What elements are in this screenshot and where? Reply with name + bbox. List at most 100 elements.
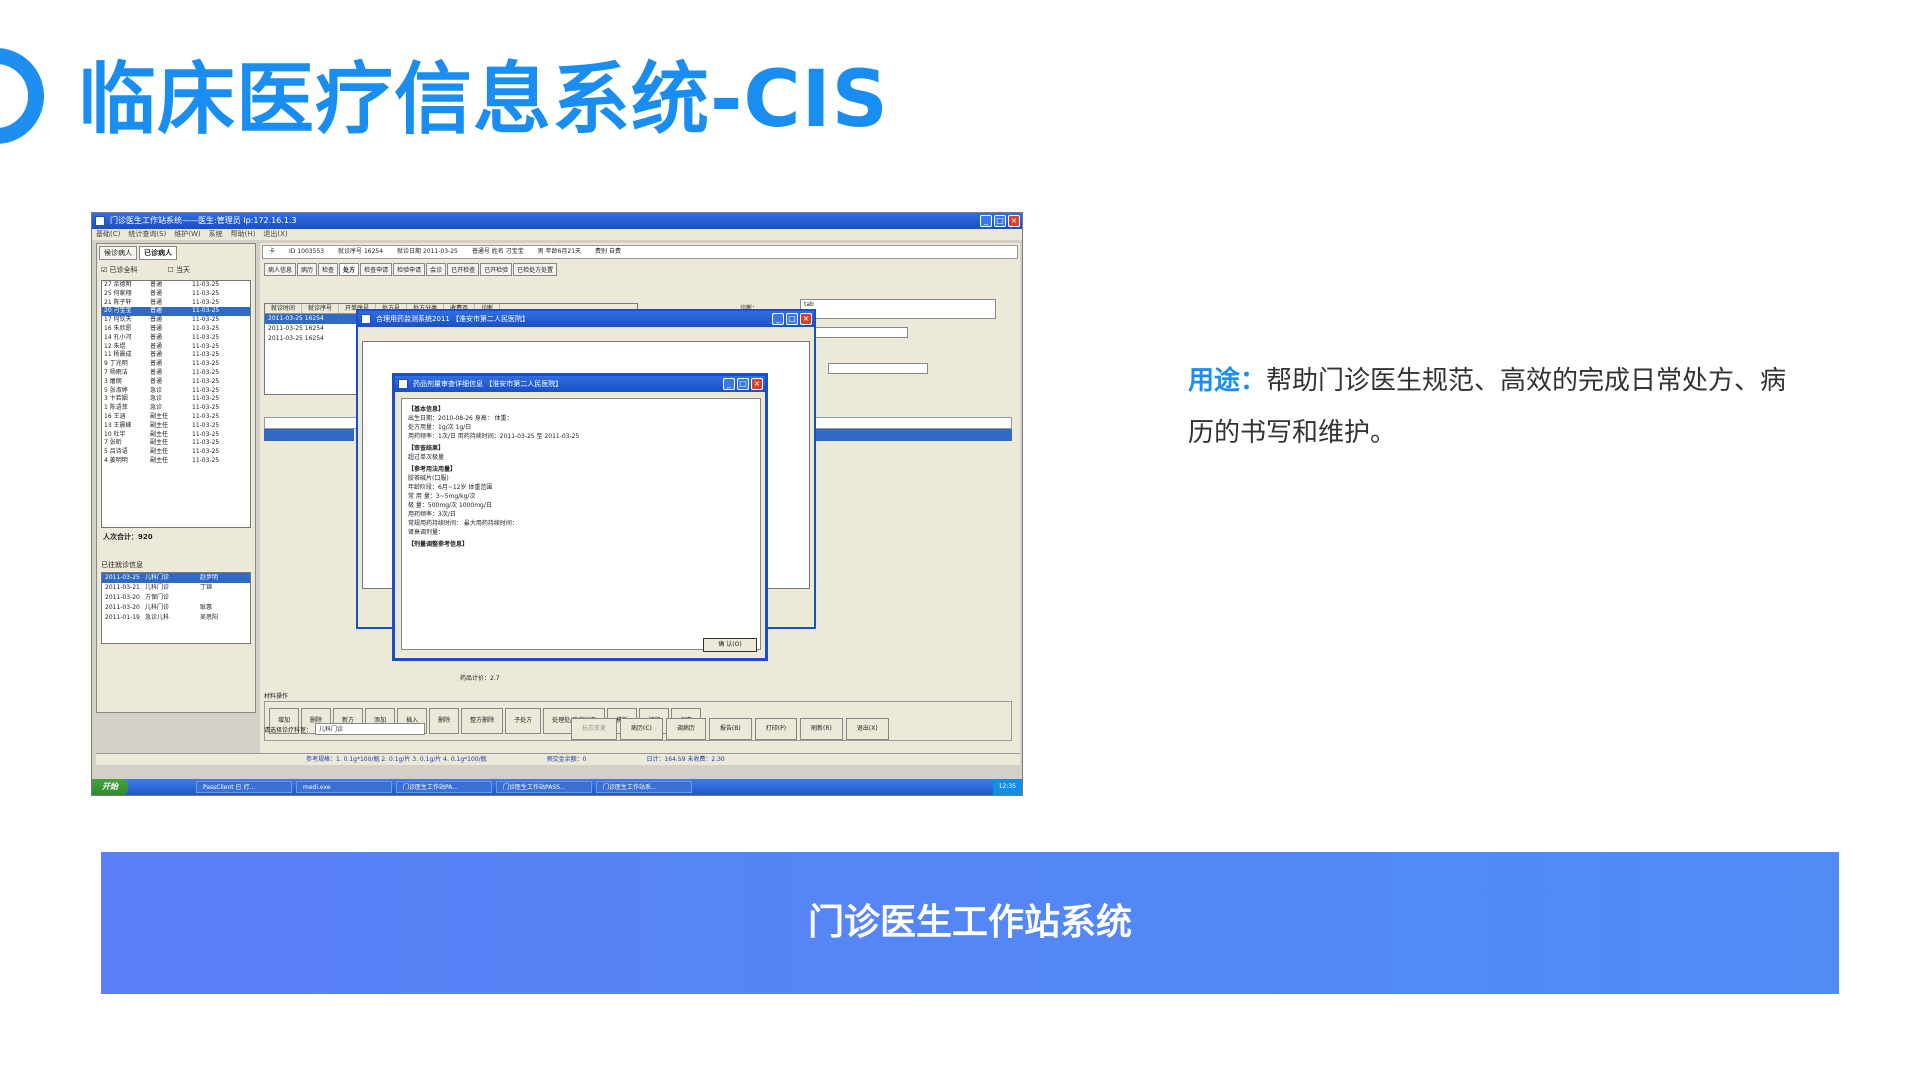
record-tab[interactable]: 检查 (318, 263, 339, 276)
toolbar-button[interactable]: 打印(P) (754, 718, 798, 740)
history-label: 已往就诊信息 (101, 561, 143, 569)
diagnosis-field[interactable]: tab (800, 299, 996, 319)
list-cell: 急诊儿科 (145, 614, 170, 621)
banner-text: 门诊医生工作站系统 (807, 902, 1132, 943)
close-icon[interactable]: × (800, 313, 812, 325)
usage-text: 帮助门诊医生规范、高效的完成日常处方、病历的书写和维护。 (1188, 366, 1787, 448)
confirm-button[interactable]: 确 认(O) (703, 638, 757, 652)
list-item[interactable]: 2011-03-21 儿科门诊 丁锦 (102, 583, 250, 593)
table-header: 就诊时间 (265, 304, 303, 313)
toolbar-button[interactable]: 刷新(R) (800, 718, 843, 740)
menu-item[interactable]: 退出(X) (263, 229, 287, 240)
status-text: 预交金余额：0 (546, 756, 587, 763)
tab-waiting-patients[interactable]: 候诊病人 (99, 246, 137, 260)
list-item[interactable]: 17 何钦天 普通 11-03-25 (102, 316, 250, 325)
detail-selected-row[interactable] (264, 429, 354, 441)
list-item[interactable]: 2011-01-19 急诊儿科 吴思阳 (102, 613, 250, 623)
tab-seen-patients[interactable]: 已诊病人 (139, 246, 177, 260)
list-cell: 11-03-25 (192, 439, 220, 447)
list-item[interactable]: 1 陈语菲 急诊 11-03-25 (102, 404, 250, 413)
record-tab[interactable]: 处方 (339, 263, 360, 276)
list-cell: 普通 (150, 368, 163, 376)
dose-review-dialog: 药品剂量审查详细信息 【淮安市第二人民医院】 _ □ × 【基本信息】 出生日期：20… (392, 373, 768, 661)
start-button[interactable]: 开始 (92, 779, 128, 795)
section-heading: 【审查结果】 (408, 445, 445, 452)
list-cell: 11-03-25 (192, 430, 220, 438)
toolbar-button[interactable]: 退出(X) (845, 718, 889, 740)
list-cell: 16 朱欣愿 (104, 324, 132, 332)
list-item[interactable]: 11 杨晨成 普通 11-03-25 (102, 351, 250, 360)
list-item[interactable]: 3 卞若姻 急诊 11-03-25 (102, 395, 250, 404)
list-cell: 13 王晨峰 (104, 421, 132, 429)
record-tab[interactable]: 检验申请 (393, 263, 426, 276)
menu-item[interactable]: 统计查询(S) (128, 229, 166, 240)
list-item[interactable]: 16 王涵 副主任 11-03-25 (102, 413, 250, 422)
record-tab[interactable]: 已开检验 (480, 263, 513, 276)
menu-item[interactable]: 帮助(H) (231, 229, 256, 240)
close-icon[interactable]: × (751, 378, 763, 390)
list-item[interactable]: 4 姜明明 副主任 11-03-25 (102, 457, 250, 466)
list-cell: 3 屠朗 (104, 377, 122, 385)
menu-item[interactable]: 维护(W) (174, 229, 200, 240)
maximize-icon[interactable]: □ (737, 378, 749, 390)
section-heading: 【基本信息】 (408, 406, 445, 413)
info-field: 普通号 姓名 刁宝宝 (471, 248, 524, 255)
record-tab[interactable]: 已检处方处置 (513, 263, 558, 276)
detail-selected-row-right[interactable] (800, 429, 1012, 441)
list-item[interactable]: 20 刁宝宝 普通 11-03-25 (102, 307, 250, 317)
diagnosis-select[interactable] (808, 327, 908, 338)
dept-select[interactable]: 儿科门诊 (315, 723, 426, 735)
taskbar-item[interactable]: PassClient 已 打... (196, 781, 292, 793)
toolbar-button[interactable]: 报告(B) (708, 718, 752, 740)
list-item[interactable]: 2011-03-20 儿科门诊 耿惠 (102, 603, 250, 613)
list-item[interactable]: 16 朱欣愿 普通 11-03-25 (102, 325, 250, 334)
list-cell: 普通 (150, 281, 163, 288)
close-icon[interactable]: × (1008, 215, 1020, 227)
list-item[interactable]: 2011-03-25 儿科门诊 赵步明 (102, 573, 250, 583)
minimize-icon[interactable]: _ (980, 215, 992, 227)
maximize-icon[interactable]: □ (786, 313, 798, 325)
maximize-icon[interactable]: □ (994, 215, 1006, 227)
toolbar-button[interactable]: 病历(C) (620, 718, 663, 740)
list-cell: 副主任 (150, 421, 169, 429)
toolbar-button[interactable]: 标志变更 (571, 718, 618, 740)
list-cell: 27 余德明 (104, 281, 132, 288)
minimize-icon[interactable]: _ (772, 313, 784, 325)
record-tab[interactable]: 会诊 (426, 263, 447, 276)
list-cell: 普通 (150, 333, 163, 341)
list-cell: 9 丁兆明 (104, 360, 128, 368)
toolbar-button[interactable]: 调病历 (665, 718, 706, 740)
list-item[interactable]: 3 屠朗 普通 11-03-25 (102, 378, 250, 387)
list-cell: 11-03-25 (192, 456, 220, 464)
list-item[interactable]: 25 何家翔 普通 11-03-25 (102, 290, 250, 299)
patient-panel: 候诊病人 已诊病人 ☑ 已诊全科 ☐ 当天 27 余德明 普通 11-03-25 25… (96, 243, 256, 713)
menu-item[interactable]: 基础(C) (96, 229, 120, 240)
list-item[interactable]: 7 张昕 副主任 11-03-25 (102, 439, 250, 448)
taskbar-item[interactable]: 门诊医生工作站PASS... (496, 781, 592, 793)
list-item[interactable]: 13 王晨峰 副主任 11-03-25 (102, 422, 250, 431)
list-cell: 7 杨雨洁 (104, 368, 128, 376)
list-item[interactable]: 14 孔小河 普通 11-03-25 (102, 334, 250, 343)
menu-item[interactable]: 系统 (209, 229, 223, 240)
list-item[interactable]: 27 余德明 普通 11-03-25 (102, 281, 250, 290)
taskbar-item[interactable]: 门诊医生工作站系... (596, 781, 692, 793)
record-tab[interactable]: 病历 (297, 263, 318, 276)
taskbar-item[interactable]: medi.exe (296, 781, 392, 793)
dept-label: 请选择诊疗科室： (264, 726, 313, 734)
list-item[interactable]: 5 吕诗语 副主任 11-03-25 (102, 448, 250, 457)
list-item[interactable]: 9 丁兆明 普通 11-03-25 (102, 360, 250, 369)
list-item[interactable]: 2011-03-20 方保门诊 (102, 593, 250, 603)
minimize-icon[interactable]: _ (723, 378, 735, 390)
taskbar-item[interactable]: 门诊医生工作站PA... (396, 781, 492, 793)
list-cell: 2011-03-21 (105, 584, 140, 591)
check-today[interactable]: ☐ 当天 (168, 265, 191, 275)
record-tab[interactable]: 病人信息 (264, 263, 297, 276)
record-tab[interactable]: 检查申请 (360, 263, 393, 276)
usage-label: 用途： (1188, 366, 1267, 396)
list-cell: 11-03-25 (192, 360, 220, 368)
list-item[interactable]: 10 杜宇 副主任 11-03-25 (102, 431, 250, 440)
list-item[interactable]: 7 杨雨洁 普通 11-03-25 (102, 369, 250, 378)
record-tab[interactable]: 已开检查 (447, 263, 480, 276)
check-all-departments[interactable]: ☑ 已诊全科 (101, 265, 138, 275)
category-select[interactable] (828, 363, 928, 374)
